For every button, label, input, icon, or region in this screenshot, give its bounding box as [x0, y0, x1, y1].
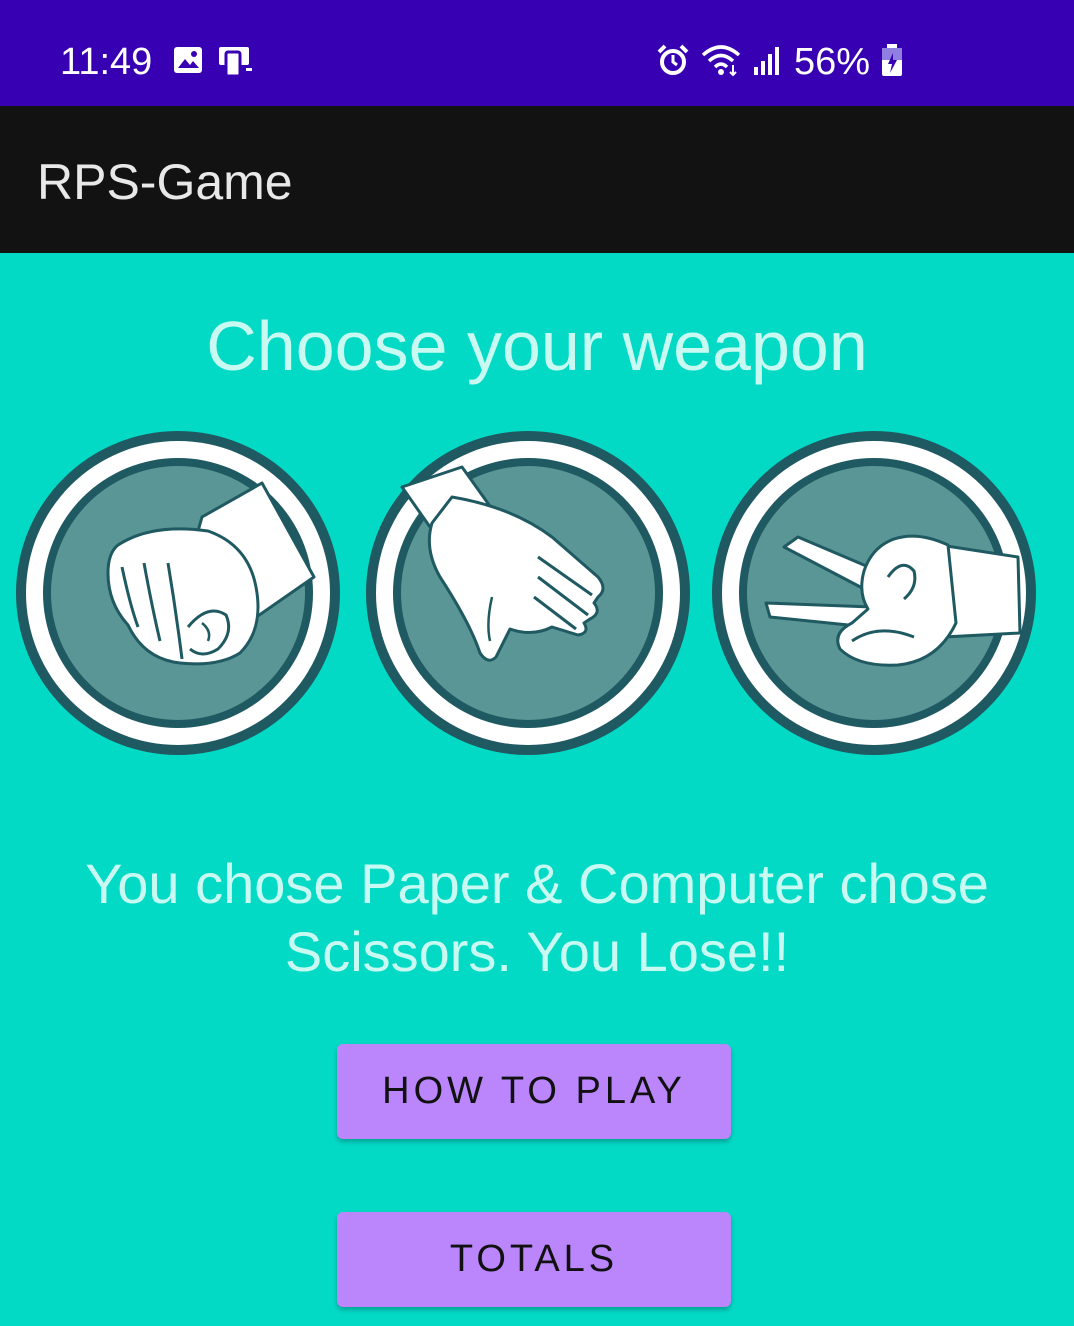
status-time: 11:49 — [60, 41, 153, 83]
status-right-icons: 56% — [656, 40, 904, 84]
scissors-hand-icon — [712, 431, 1036, 755]
paper-hand-icon — [366, 431, 690, 755]
signal-icon — [752, 43, 784, 82]
app-title: RPS-Game — [37, 154, 293, 210]
wifi-icon — [700, 43, 742, 82]
how-to-play-button[interactable]: HOW TO PLAY — [337, 1044, 731, 1139]
screen-mirror-icon — [216, 44, 256, 83]
result-text: You chose Paper & Computer chose Scissor… — [85, 852, 989, 983]
status-bar: 11:49 56% — [0, 0, 1074, 106]
battery-percent: 56% — [794, 41, 871, 83]
scissors-button[interactable] — [708, 427, 1040, 759]
alarm-icon — [656, 43, 690, 82]
rock-fist-icon — [16, 431, 340, 755]
gallery-icon — [172, 44, 204, 83]
battery-charging-icon — [880, 43, 904, 82]
totals-button[interactable]: TOTALS — [337, 1212, 731, 1307]
paper-button[interactable] — [362, 427, 694, 759]
status-left-icons — [172, 44, 256, 83]
page-headline: Choose your weapon — [206, 307, 868, 385]
rock-button[interactable] — [12, 427, 344, 759]
